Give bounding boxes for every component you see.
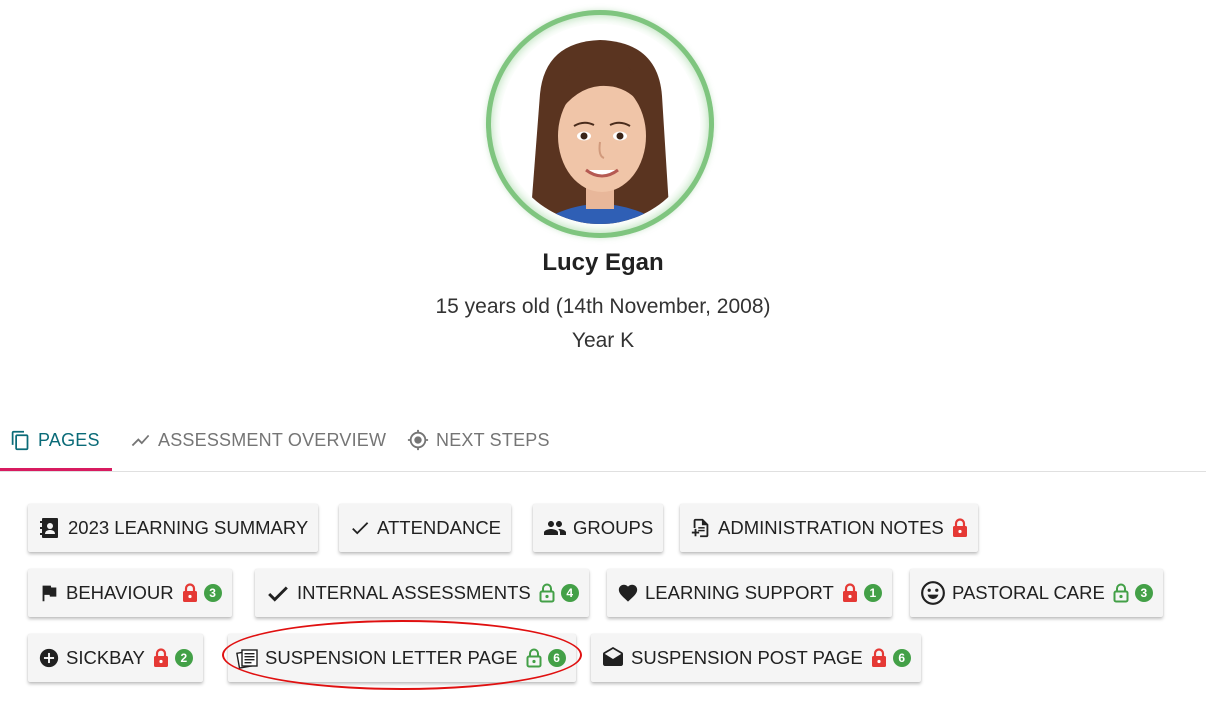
locked-icon	[952, 518, 968, 538]
tab-label: PAGES	[38, 429, 100, 450]
locked-icon	[842, 583, 858, 603]
page-button-internal-assessments[interactable]: INTERNAL ASSESSMENTS 4	[255, 569, 589, 617]
locked-icon	[182, 583, 198, 603]
avatar	[486, 10, 714, 238]
tab-next-steps[interactable]: NEXT STEPS	[407, 410, 550, 470]
count-badge: 3	[203, 584, 222, 602]
page-button-label: SUSPENSION POST PAGE	[631, 647, 863, 668]
page-button-label: GROUPS	[573, 517, 654, 538]
plus-circle-icon	[38, 647, 60, 669]
page-button-label: SUSPENSION LETTER PAGE	[265, 647, 518, 668]
tab-assessment-overview[interactable]: ASSESSMENT OVERVIEW	[130, 410, 386, 470]
page-button-label: ATTENDANCE	[377, 517, 502, 538]
page-button-administration-notes[interactable]: ADMINISTRATION NOTES	[680, 504, 978, 552]
page-button-label: SICKBAY	[66, 647, 145, 668]
page-button-label: BEHAVIOUR	[66, 582, 174, 603]
page-button-groups[interactable]: GROUPS	[533, 504, 664, 552]
crosshair-icon	[407, 429, 436, 451]
unlocked-icon	[539, 583, 555, 603]
copy-pages-icon	[10, 430, 38, 451]
page-button-attendance[interactable]: ATTENDANCE	[339, 504, 512, 552]
count-badge: 3	[1134, 584, 1153, 602]
count-badge: 6	[892, 649, 911, 667]
contact-book-icon	[38, 516, 62, 540]
page-button-label: 2023 LEARNING SUMMARY	[68, 517, 309, 538]
tab-label: ASSESSMENT OVERVIEW	[158, 429, 387, 450]
locked-icon	[153, 648, 169, 668]
profile-tabs: PAGES ASSESSMENT OVERVIEW NEXT STEPS	[0, 410, 1206, 472]
flag-icon	[38, 582, 60, 604]
note-add-icon	[690, 517, 712, 539]
page-button-label: PASTORAL CARE	[952, 582, 1105, 603]
student-year-level: Year K	[571, 329, 635, 352]
student-age: 15 years old (14th November, 2008)	[435, 295, 771, 318]
page-button-learning-support[interactable]: LEARNING SUPPORT 1	[607, 569, 892, 617]
page-button-label: INTERNAL ASSESSMENTS	[297, 582, 531, 603]
check-icon	[349, 517, 371, 539]
locked-icon	[871, 648, 887, 668]
student-photo	[500, 24, 700, 224]
student-name: Lucy Egan	[542, 249, 664, 276]
page-button-pastoral-care[interactable]: PASTORAL CARE 3	[910, 569, 1163, 617]
page-button-label: ADMINISTRATION NOTES	[718, 517, 944, 538]
smiley-icon	[920, 580, 946, 606]
count-badge: 1	[863, 584, 882, 602]
tab-pages[interactable]: PAGES	[10, 410, 100, 470]
bold-check-icon	[265, 580, 291, 606]
trend-line-icon	[130, 430, 158, 451]
heart-icon	[617, 582, 639, 604]
page-button-suspension-letter[interactable]: SUSPENSION LETTER PAGE 6	[228, 634, 576, 682]
count-badge: 2	[174, 649, 193, 667]
page-button-label: LEARNING SUPPORT	[645, 582, 834, 603]
page-button-suspension-post[interactable]: SUSPENSION POST PAGE 6	[591, 634, 921, 682]
tab-label: NEXT STEPS	[436, 429, 550, 450]
count-badge: 4	[560, 584, 579, 602]
people-icon	[543, 516, 567, 540]
unlocked-icon	[526, 648, 542, 668]
open-envelope-icon	[601, 646, 625, 670]
page-button-behaviour[interactable]: BEHAVIOUR 3	[28, 569, 232, 617]
unlocked-icon	[1113, 583, 1129, 603]
letter-stack-icon	[236, 646, 262, 670]
count-badge: 6	[547, 649, 566, 667]
page-button-sickbay[interactable]: SICKBAY 2	[28, 634, 203, 682]
active-tab-indicator	[0, 468, 112, 471]
page-button-learning-summary[interactable]: 2023 LEARNING SUMMARY	[28, 504, 319, 552]
